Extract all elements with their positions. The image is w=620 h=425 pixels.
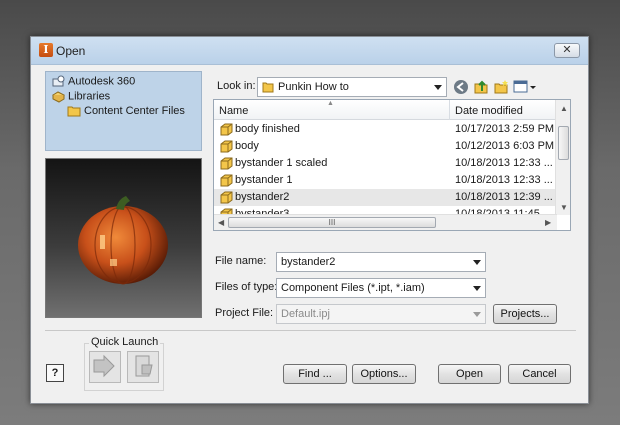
back-button[interactable] [453,79,469,95]
file-name: body finished [235,123,300,135]
file-name: bystander 1 [235,174,293,186]
close-icon: ✕ [562,44,572,56]
separator [45,330,576,331]
place-label: Libraries [68,90,111,103]
inventor-app-icon: I [39,43,53,57]
place-content-center-files[interactable]: Content Center Files [67,105,185,120]
file-date-modified: 10/18/2013 12:33 ... [455,174,553,186]
chevron-down-icon [434,85,442,90]
look-in-value: Punkin How to [278,81,349,93]
quick-launch-button-2[interactable] [127,351,159,383]
column-header-name[interactable]: Name [219,105,248,117]
preview-pane [45,158,202,318]
scroll-right-icon[interactable]: ▶ [545,218,551,227]
project-file-dropdown: Default.ipj [276,304,486,324]
file-list-header: ▲ Name Date modified [214,100,557,120]
column-divider[interactable] [449,100,450,120]
autodesk-360-icon [52,75,65,87]
file-name: bystander2 [235,191,290,203]
part-file-icon [220,191,233,204]
file-name: body [235,140,259,152]
projects-button[interactable]: Projects... [493,304,557,324]
place-autodesk-360[interactable]: Autodesk 360 [52,75,135,90]
file-list[interactable]: ▲ Name Date modified body finished 10/17/… [213,99,571,231]
file-name-field[interactable]: bystander2 [276,252,486,272]
file-row[interactable]: bystander2 10/18/2013 12:39 ... [214,189,557,206]
file-row[interactable]: body 10/12/2013 6:03 PM [214,138,557,155]
place-label: Content Center Files [84,105,185,117]
folder-icon [67,106,81,117]
libraries-icon [52,91,65,103]
vertical-scrollbar[interactable]: ▲ ▼ [555,100,570,215]
chevron-down-icon [473,312,481,317]
file-name: bystander 1 scaled [235,157,328,169]
horizontal-scroll-thumb[interactable]: III [228,217,436,228]
open-button[interactable]: Open [438,364,501,384]
help-button[interactable]: ? [46,364,64,382]
file-row[interactable]: bystander 1 scaled 10/18/2013 12:33 ... [214,155,557,172]
part-file-icon [220,123,233,136]
file-row[interactable]: bystander 1 10/18/2013 12:33 ... [214,172,557,189]
place-label: Autodesk 360 [68,75,136,88]
part-file-icon [220,157,233,170]
quick-launch-label: Quick Launch [89,336,161,348]
options-button[interactable]: Options... [352,364,416,384]
file-row[interactable]: body finished 10/17/2013 2:59 PM [214,121,557,138]
project-file-value: Default.ipj [281,308,330,320]
scroll-left-icon[interactable]: ◀ [218,218,224,227]
part-file-icon [220,140,233,153]
views-menu-icon [513,80,536,93]
folder-icon [262,82,274,93]
new-folder-button[interactable] [493,79,509,95]
window-title: Open [56,44,86,58]
up-folder-button[interactable] [473,79,489,95]
part-file-icon [220,174,233,187]
file-date-modified: 10/18/2013 12:33 ... [455,157,553,169]
places-panel: Autodesk 360 Libraries Content Center Fi… [45,71,202,151]
scroll-down-icon[interactable]: ▼ [560,203,568,212]
scroll-up-icon[interactable]: ▲ [560,104,568,113]
project-file-label: Project File: [215,307,274,319]
open-file-icon [135,355,153,377]
quick-launch-button-1[interactable] [89,351,121,383]
pumpkin-preview-image [78,196,168,285]
sort-up-icon: ▲ [327,100,334,107]
open-recent-icon [93,354,115,378]
file-date-modified: 10/12/2013 6:03 PM [455,140,555,152]
up-folder-icon [474,80,488,94]
find-button[interactable]: Find ... [283,364,347,384]
new-folder-icon [494,80,508,94]
title-bar: I Open ✕ [31,37,588,65]
close-button[interactable]: ✕ [554,43,580,58]
views-menu-button[interactable] [513,79,537,95]
file-name-label: File name: [215,255,267,267]
look-in-label: Look in: [217,80,256,92]
files-of-type-label: Files of type: [215,281,278,293]
look-in-dropdown[interactable]: Punkin How to [257,77,447,97]
file-date-modified: 10/18/2013 12:39 ... [455,191,553,203]
back-icon [454,80,468,94]
place-libraries[interactable]: Libraries [52,90,110,105]
chevron-down-icon [473,286,481,291]
files-of-type-value: Component Files (*.ipt, *.iam) [281,282,425,294]
chevron-down-icon[interactable] [473,260,481,265]
vertical-scroll-thumb[interactable] [558,126,569,160]
file-name-value: bystander2 [281,256,336,268]
open-dialog: I Open ✕ Autodesk 360 Libraries Content … [30,36,589,404]
help-icon: ? [51,367,59,379]
file-date-modified: 10/17/2013 2:59 PM [455,123,555,135]
files-of-type-dropdown[interactable]: Component Files (*.ipt, *.iam) [276,278,486,298]
column-header-date-modified[interactable]: Date modified [455,105,523,117]
horizontal-scrollbar[interactable]: ◀ III ▶ [214,214,557,230]
cancel-button[interactable]: Cancel [508,364,571,384]
